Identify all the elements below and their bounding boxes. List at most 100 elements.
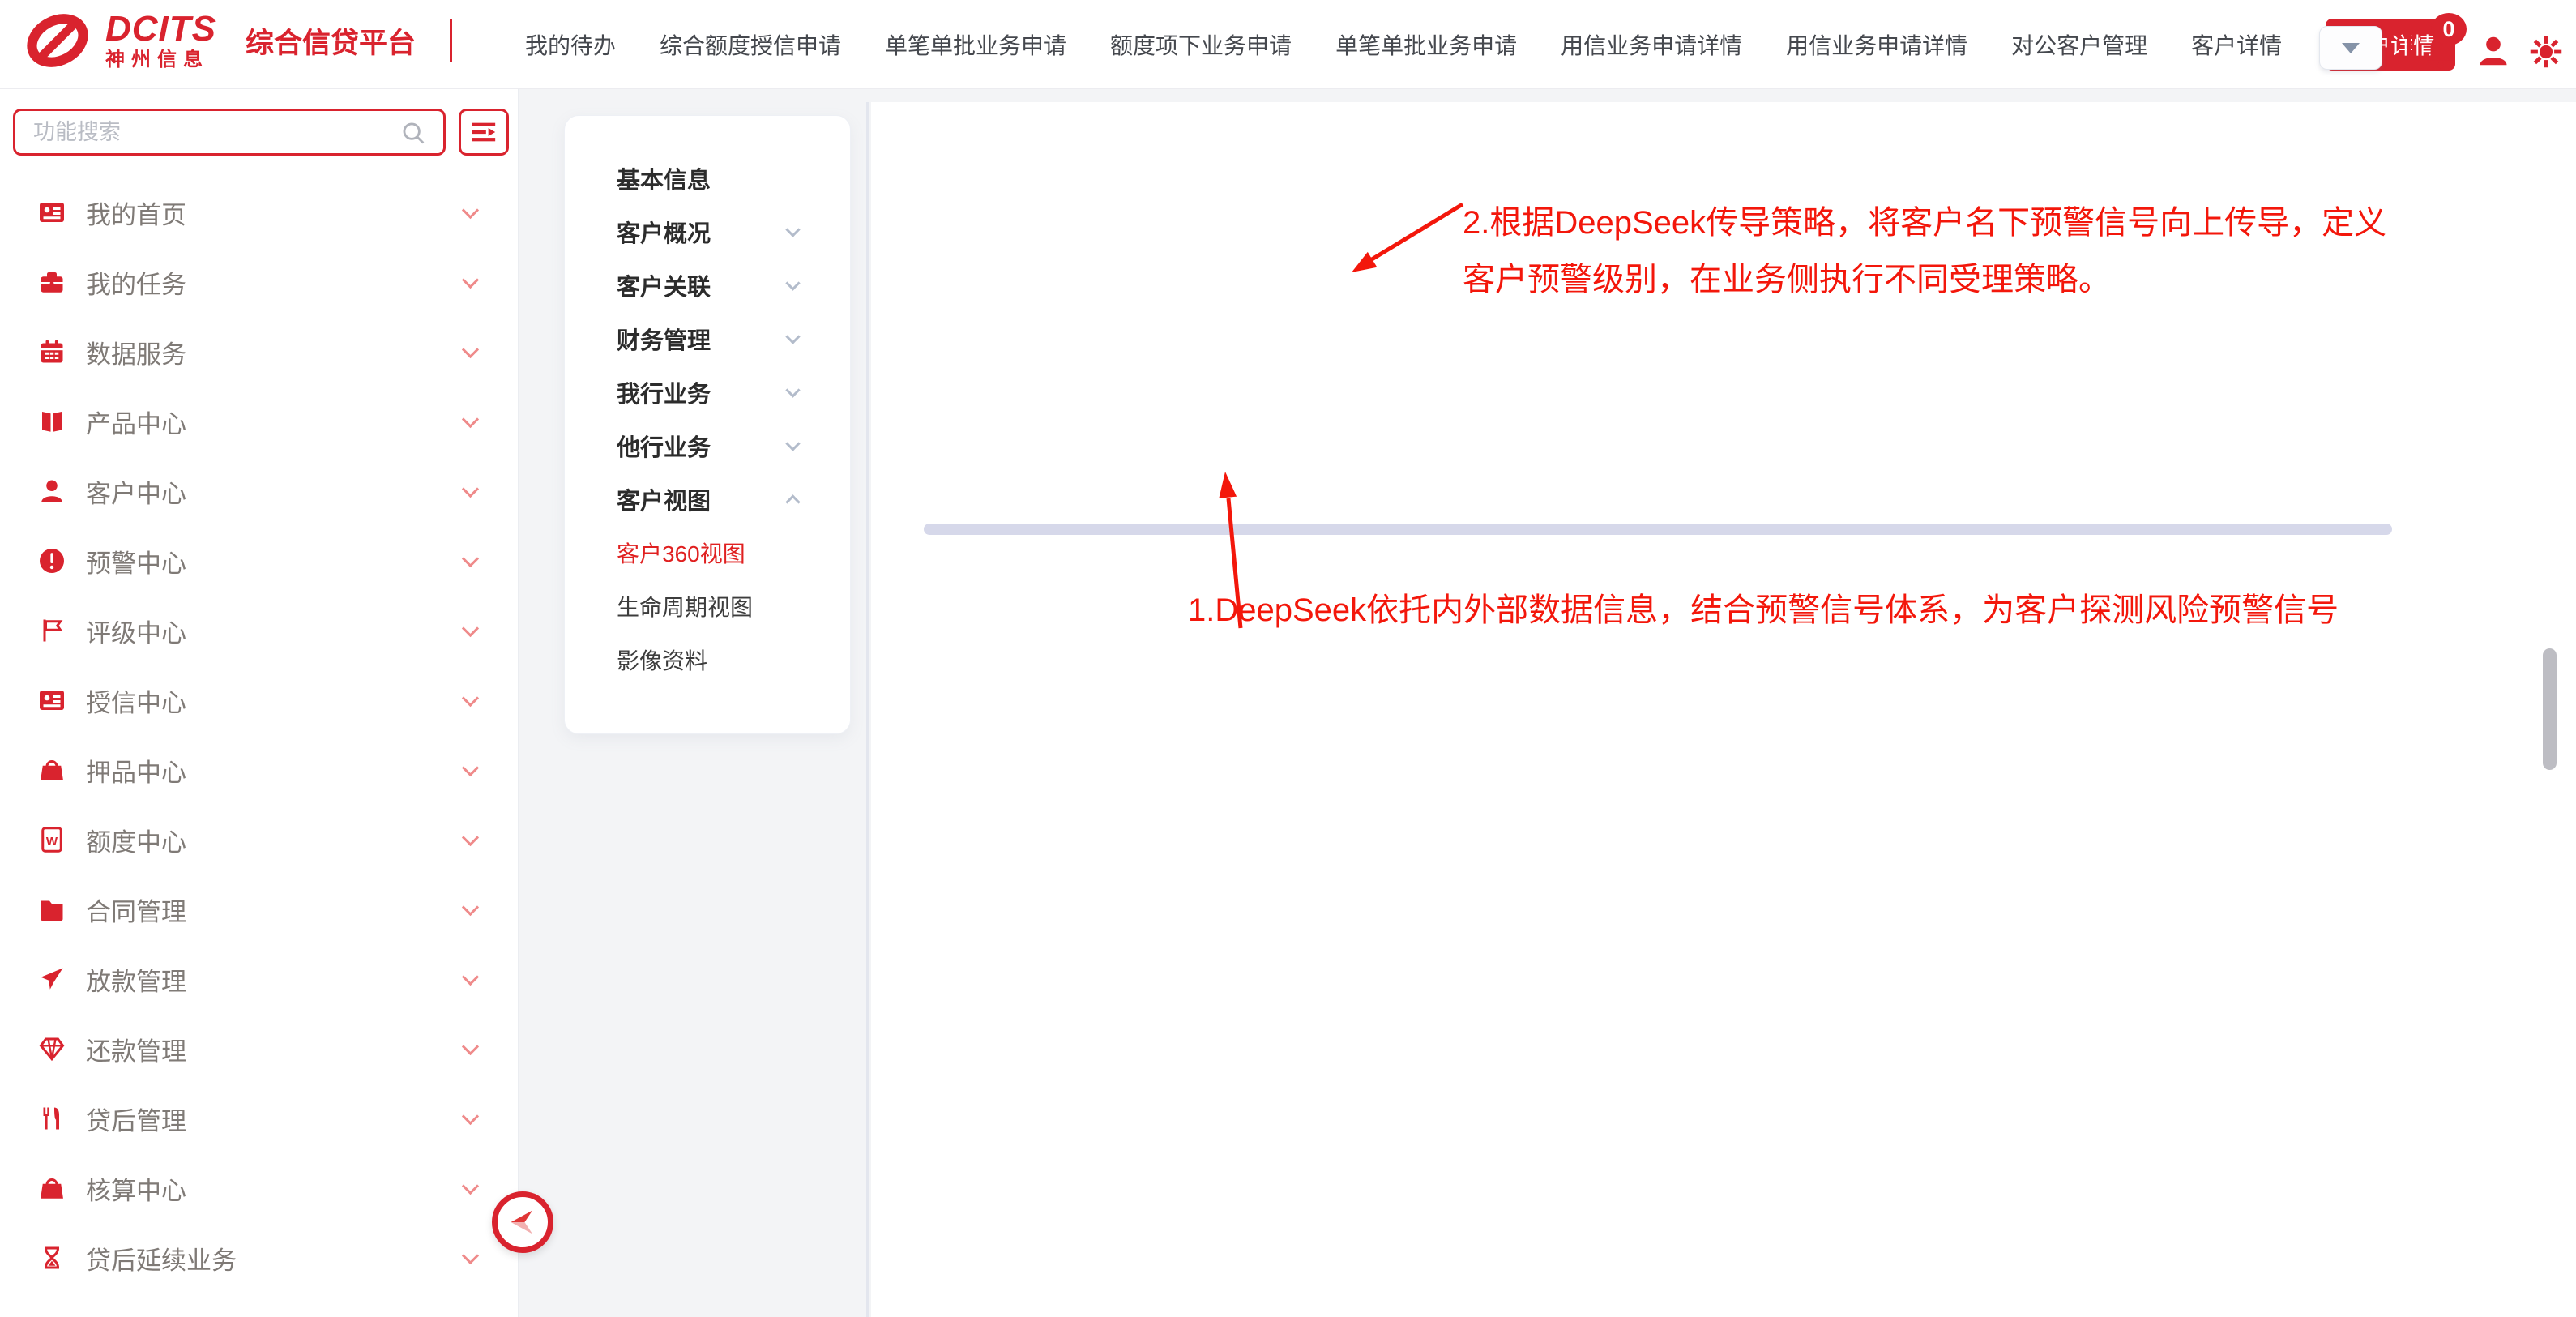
briefcase-icon bbox=[37, 267, 66, 297]
submenu-item-other-bank-business[interactable]: 他行业务 bbox=[565, 419, 850, 472]
chevron-down-icon bbox=[462, 340, 479, 357]
chevron-down-icon bbox=[462, 759, 479, 776]
submenu-item-basic-info[interactable]: 基本信息 bbox=[565, 152, 850, 205]
chevron-down-icon bbox=[462, 1246, 479, 1264]
sidebar-item-accounting-center[interactable]: 核算中心 bbox=[0, 1153, 519, 1223]
nav-tab-quota-under[interactable]: 额度项下业务申请 bbox=[1110, 28, 1292, 61]
book-icon bbox=[37, 407, 66, 436]
sidebar-item-rating-center[interactable]: 评级中心 bbox=[0, 596, 519, 665]
submenu-item-lifecycle-view[interactable]: 生命周期视图 bbox=[565, 579, 850, 633]
chevron-down-icon bbox=[785, 383, 800, 397]
dcits-swirl-icon bbox=[23, 12, 92, 69]
chevron-down-icon bbox=[462, 619, 479, 636]
nav-tab-corp-customer-mgmt[interactable]: 对公客户管理 bbox=[2011, 28, 2147, 61]
submenu-item-customer-relation[interactable]: 客户关联 bbox=[565, 259, 850, 312]
brand-logo: DCITS 神州信息 综合信贷平台 bbox=[23, 11, 452, 70]
chevron-down-icon bbox=[462, 201, 479, 218]
sidebar-item-post-loan-mgmt[interactable]: 贷后管理 bbox=[0, 1084, 519, 1153]
submenu-item-image-materials[interactable]: 影像资料 bbox=[565, 633, 850, 686]
sidebar-item-data-services[interactable]: 数据服务 bbox=[0, 317, 519, 387]
svg-text:W: W bbox=[46, 835, 58, 849]
sidebar-item-my-homepage[interactable]: 我的首页 bbox=[0, 177, 519, 247]
notification-badge: 0 bbox=[2431, 13, 2467, 45]
content-divider bbox=[866, 102, 869, 1317]
page-title: 综合信贷平台 bbox=[246, 20, 416, 62]
id-card-icon bbox=[37, 686, 66, 715]
chevron-down-icon bbox=[462, 1177, 479, 1194]
brand-name: DCITS bbox=[105, 11, 216, 47]
sidebar-item-contract-mgmt[interactable]: 合同管理 bbox=[0, 874, 519, 944]
app-root: DCITS 神州信息 综合信贷平台 我的待办 综合额度授信申请 单笔单批业务申请… bbox=[0, 0, 2576, 1317]
annotation-arrow-to-badge bbox=[1337, 195, 1475, 288]
annotation-1: 1.DeepSeek依托内外部数据信息，结合预警信号体系，为客户探测风险预警信号 bbox=[1188, 584, 2339, 631]
page-scrollbar[interactable] bbox=[2543, 648, 2557, 770]
chevron-up-icon bbox=[785, 494, 800, 509]
utensils-icon bbox=[37, 1104, 66, 1133]
hamburger-icon bbox=[470, 118, 498, 146]
alert-circle-icon bbox=[37, 546, 66, 575]
chevron-down-icon bbox=[462, 1107, 479, 1124]
sidebar-menu: 我的首页 我的任务 数据服务 产品中心 客户中心 预警中心 bbox=[0, 177, 519, 1293]
nav-tab-credit-apply[interactable]: 综合额度授信申请 bbox=[660, 28, 841, 61]
sidebar-item-collateral-center[interactable]: 押品中心 bbox=[0, 735, 519, 805]
chevron-down-icon bbox=[785, 436, 800, 451]
sidebar-item-credit-center[interactable]: 授信中心 bbox=[0, 665, 519, 735]
submenu-item-finance-mgmt[interactable]: 财务管理 bbox=[565, 312, 850, 366]
submenu-item-customer-view[interactable]: 客户视图 bbox=[565, 472, 850, 526]
top-header: DCITS 神州信息 综合信贷平台 我的待办 综合额度授信申请 单笔单批业务申请… bbox=[0, 0, 2576, 89]
sidebar-item-post-loan-renewal[interactable]: 贷后延续业务 bbox=[0, 1223, 519, 1293]
annotation-2-line1: 2.根据DeepSeek传导策略，将客户名下预警信号向上传导，定义 bbox=[1463, 196, 2386, 243]
paper-plane-icon bbox=[37, 964, 66, 994]
nav-tab-loan-use-detail-1[interactable]: 用信业务申请详情 bbox=[1561, 28, 1742, 61]
sidebar-item-my-tasks[interactable]: 我的任务 bbox=[0, 247, 519, 317]
chevron-down-icon bbox=[462, 898, 479, 915]
tabs-dropdown-button[interactable] bbox=[2319, 26, 2382, 70]
header-divider bbox=[2407, 23, 2411, 68]
chevron-down-icon bbox=[462, 689, 479, 706]
submenu-item-customer-360-view[interactable]: 客户360视图 bbox=[565, 526, 850, 579]
annotation-arrow-to-row bbox=[1204, 454, 1261, 632]
brand-subname: 神州信息 bbox=[105, 50, 216, 70]
chevron-down-icon bbox=[462, 549, 479, 567]
nav-tab-single-batch-1[interactable]: 单笔单批业务申请 bbox=[885, 28, 1066, 61]
nav-tab-loan-use-detail-2[interactable]: 用信业务申请详情 bbox=[1786, 28, 1967, 61]
sidebar-item-alert-center[interactable]: 预警中心 bbox=[0, 526, 519, 596]
submenu-item-our-bank-business[interactable]: 我行业务 bbox=[565, 366, 850, 419]
person-icon bbox=[37, 477, 66, 506]
sidebar-item-quota-center[interactable]: W 额度中心 bbox=[0, 805, 519, 874]
submenu-item-customer-overview[interactable]: 客户概况 bbox=[565, 205, 850, 259]
nav-tab-customer-detail[interactable]: 客户详情 bbox=[2191, 28, 2282, 61]
menu-collapse-button[interactable] bbox=[459, 109, 509, 156]
calendar-icon bbox=[37, 337, 66, 366]
chevron-down-icon bbox=[785, 222, 800, 237]
chevron-down-icon bbox=[462, 1037, 479, 1054]
sidebar-item-product-center[interactable]: 产品中心 bbox=[0, 387, 519, 456]
bag-icon bbox=[37, 1174, 66, 1203]
diamond-icon bbox=[37, 1034, 66, 1063]
w-document-icon: W bbox=[37, 825, 66, 854]
annotation-2-line2: 客户预警级别，在业务侧执行不同受理策略。 bbox=[1463, 253, 2111, 300]
user-icon[interactable] bbox=[2475, 32, 2512, 70]
nav-tab-my-todo[interactable]: 我的待办 bbox=[525, 28, 616, 61]
left-sidebar: 我的首页 我的任务 数据服务 产品中心 客户中心 预警中心 bbox=[0, 89, 519, 1317]
caret-down-icon bbox=[2342, 43, 2360, 53]
sidebar-collapse-button[interactable] bbox=[492, 1191, 553, 1253]
sidebar-item-loan-disbursement[interactable]: 放款管理 bbox=[0, 944, 519, 1014]
gear-icon[interactable] bbox=[2528, 34, 2564, 70]
collapse-arrow-icon bbox=[504, 1204, 541, 1241]
id-card-icon bbox=[37, 198, 66, 227]
chevron-down-icon bbox=[462, 480, 479, 497]
nav-tab-single-batch-2[interactable]: 单笔单批业务申请 bbox=[1335, 28, 1517, 61]
hourglass-icon bbox=[37, 1243, 66, 1272]
function-search-input[interactable] bbox=[13, 109, 446, 156]
folder-icon bbox=[37, 895, 66, 924]
sidebar-item-customer-center[interactable]: 客户中心 bbox=[0, 456, 519, 526]
chevron-down-icon bbox=[462, 410, 479, 427]
chevron-down-icon bbox=[785, 276, 800, 290]
chevron-down-icon bbox=[462, 828, 479, 845]
search-icon bbox=[400, 120, 428, 148]
chevron-down-icon bbox=[462, 271, 479, 288]
customer-detail-submenu: 基本信息 客户概况 客户关联 财务管理 我行业务 他行业务 客户视图 客户360… bbox=[564, 115, 851, 734]
table-horizontal-scrollbar[interactable] bbox=[924, 524, 2392, 535]
sidebar-item-repayment-mgmt[interactable]: 还款管理 bbox=[0, 1014, 519, 1084]
